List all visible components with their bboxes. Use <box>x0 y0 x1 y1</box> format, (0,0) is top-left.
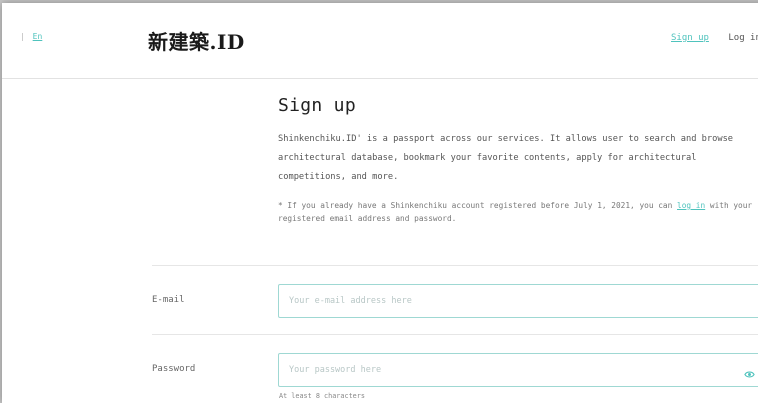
site-logo[interactable]: 新建築.ID <box>148 26 245 55</box>
note-login-link[interactable]: log in <box>677 201 705 210</box>
signup-intro: Sign up Shinkenchiku.ID' is a passport a… <box>278 95 758 225</box>
browser-window: | En 新建築.ID Sign up Log in Sign up Shink… <box>2 3 758 403</box>
password-label: Password <box>152 364 196 374</box>
intro-text: Shinkenchiku.ID' is a passport across ou… <box>278 134 734 182</box>
language-link-en[interactable]: En <box>33 32 43 41</box>
existing-account-note: * If you already have a Shinkenchiku acc… <box>278 199 758 225</box>
eye-icon[interactable] <box>744 365 755 378</box>
site-header: | En 新建築.ID Sign up Log in <box>2 3 758 79</box>
password-field[interactable] <box>278 353 758 387</box>
email-field[interactable] <box>278 284 758 318</box>
note-prefix: * If you already have a Shinkenchiku acc… <box>278 201 678 210</box>
form-divider-middle <box>152 334 758 335</box>
email-label: E-mail <box>152 295 185 305</box>
password-hint: At least 8 characters <box>279 392 365 400</box>
form-divider-top <box>152 265 758 266</box>
nav-login-link[interactable]: Log in <box>728 33 758 43</box>
page-title: Sign up <box>278 95 356 116</box>
language-switcher: | En <box>20 32 42 41</box>
header-nav: Sign up Log in <box>671 33 758 43</box>
nav-signup-link[interactable]: Sign up <box>671 33 709 43</box>
language-separator: | <box>20 32 25 41</box>
